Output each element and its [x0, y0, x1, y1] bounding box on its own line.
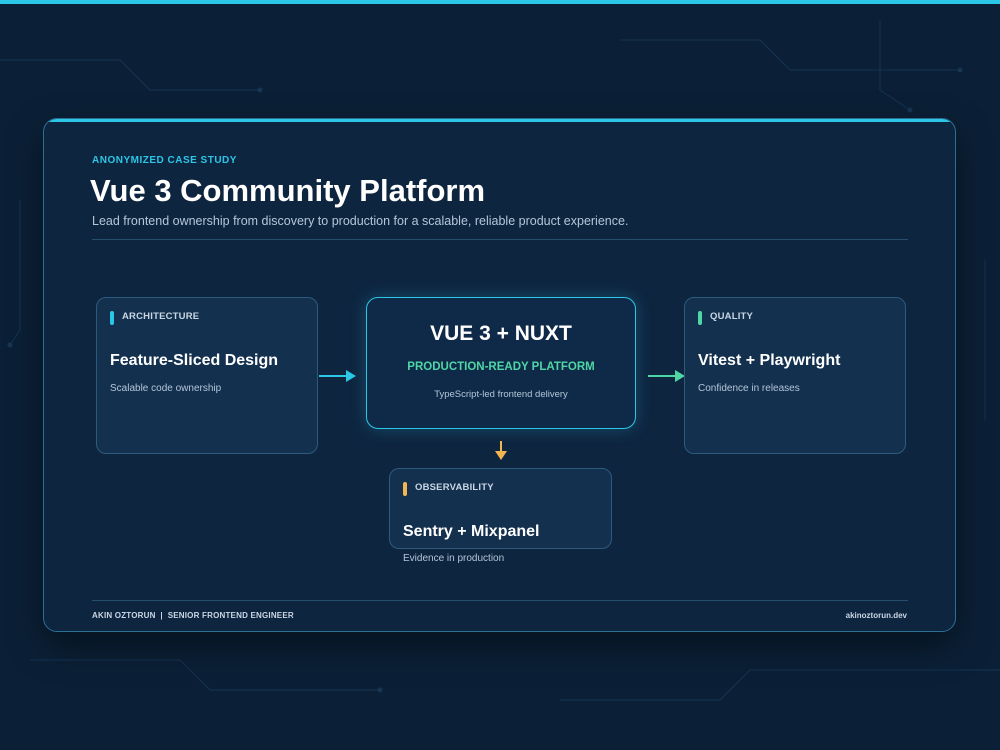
arrow-right-icon [319, 370, 356, 382]
quality-accent-pill [698, 311, 702, 325]
arrow-down-icon [495, 441, 507, 460]
card-accent-bar [44, 119, 955, 122]
core-platform-subtitle: PRODUCTION-READY PLATFORM [407, 361, 595, 373]
observability-label: OBSERVABILITY [415, 482, 494, 493]
architecture-accent-pill [110, 311, 114, 325]
arrow-right-icon [648, 370, 685, 382]
eyebrow-label: ANONYMIZED CASE STUDY [92, 155, 237, 166]
architecture-description: Scalable code ownership [110, 383, 222, 394]
quality-description: Confidence in releases [698, 383, 800, 394]
quality-box: QUALITY Vitest + Playwright Confidence i… [684, 297, 906, 454]
observability-box: OBSERVABILITY Sentry + Mixpanel [389, 468, 612, 549]
core-platform-box: VUE 3 + NUXT PRODUCTION-READY PLATFORM T… [366, 297, 636, 429]
observability-accent-pill [403, 482, 407, 496]
author-credit: AKIN OZTORUN | SENIOR FRONTEND ENGINEER [92, 611, 294, 620]
case-study-card: ANONYMIZED CASE STUDY Vue 3 Community Pl… [43, 118, 956, 632]
architecture-heading: Feature-Sliced Design [110, 352, 279, 369]
header-divider [92, 239, 908, 240]
page-subtitle: Lead frontend ownership from discovery t… [92, 214, 629, 228]
footer-divider [92, 600, 908, 601]
observability-heading: Sentry + Mixpanel [403, 523, 540, 540]
site-link[interactable]: akinoztorun.dev [846, 611, 907, 620]
quality-heading: Vitest + Playwright [698, 352, 841, 369]
core-platform-description: TypeScript-led frontend delivery [434, 389, 568, 400]
observability-description: Evidence in production [403, 553, 505, 564]
page-title: Vue 3 Community Platform [90, 173, 486, 208]
architecture-box: ARCHITECTURE Feature-Sliced Design Scala… [96, 297, 318, 454]
architecture-label: ARCHITECTURE [122, 311, 200, 322]
quality-label: QUALITY [710, 311, 754, 322]
core-platform-title: VUE 3 + NUXT [430, 322, 572, 345]
